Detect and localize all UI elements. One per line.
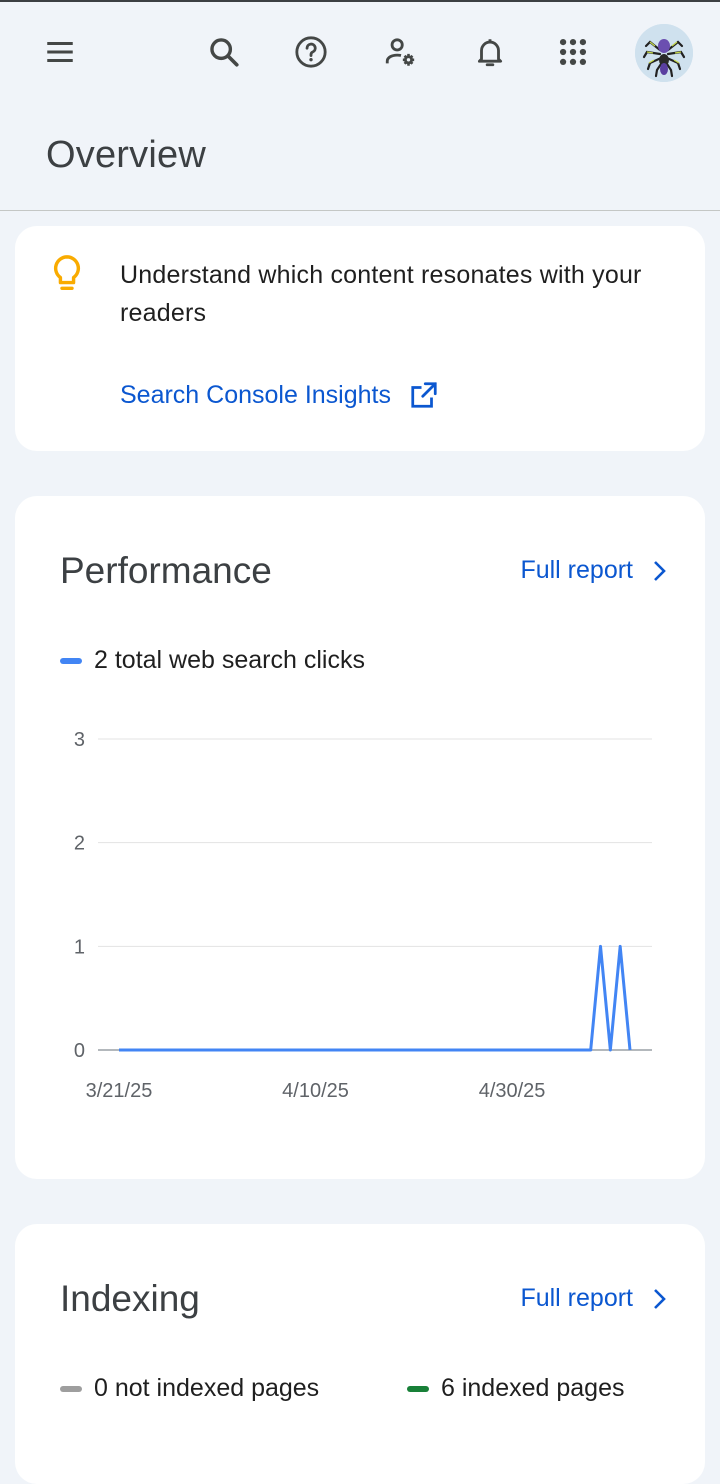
avatar[interactable] — [635, 24, 693, 82]
indexing-title: Indexing — [60, 1278, 200, 1319]
full-report-label: Full report — [520, 1284, 633, 1312]
chevron-right-icon — [654, 1288, 666, 1309]
insights-link-label: Search Console Insights — [120, 380, 391, 409]
insights-card: Understand which content resonates with … — [15, 226, 705, 451]
x-tick-label: 3/21/25 — [86, 1080, 153, 1102]
open-in-new-icon — [411, 382, 437, 408]
y-tick-label: 1 — [74, 936, 85, 958]
y-tick-label: 0 — [74, 1040, 85, 1062]
x-tick-label: 4/30/25 — [479, 1080, 546, 1102]
clicks-series-line — [119, 944, 632, 1052]
indexing-full-report-link[interactable]: Full report — [520, 1284, 669, 1313]
search-icon[interactable] — [196, 24, 252, 80]
indexed-legend[interactable]: 6 indexed pages — [407, 1374, 624, 1403]
performance-chart: 0 1 2 3 3/21/25 4/10/25 4/30/25 — [74, 729, 652, 1102]
lightbulb-icon — [53, 255, 81, 290]
insights-text: Understand which content resonates with … — [120, 261, 642, 327]
indexed-swatch — [407, 1385, 429, 1392]
apps-grid-icon[interactable] — [545, 24, 601, 80]
search-console-insights-link[interactable]: Search Console Insights — [120, 380, 439, 410]
y-tick-label: 3 — [74, 729, 85, 751]
person-settings-icon[interactable] — [372, 24, 428, 80]
app-bar — [0, 2, 720, 102]
x-tick-label: 4/10/25 — [282, 1080, 349, 1102]
not-indexed-swatch — [60, 1385, 82, 1392]
indexing-card: Indexing Full report 0 not indexed pages… — [15, 1224, 705, 1484]
help-icon[interactable] — [283, 24, 339, 80]
menu-icon[interactable] — [32, 24, 88, 80]
header-divider — [0, 210, 720, 211]
not-indexed-label: 0 not indexed pages — [94, 1374, 320, 1402]
not-indexed-legend[interactable]: 0 not indexed pages — [60, 1374, 319, 1403]
bell-icon[interactable] — [462, 24, 518, 80]
indexed-label: 6 indexed pages — [441, 1374, 625, 1402]
performance-card: Performance Full report 2 total web sear… — [15, 496, 705, 1179]
y-tick-label: 2 — [74, 833, 85, 855]
page-title: Overview — [46, 134, 206, 176]
